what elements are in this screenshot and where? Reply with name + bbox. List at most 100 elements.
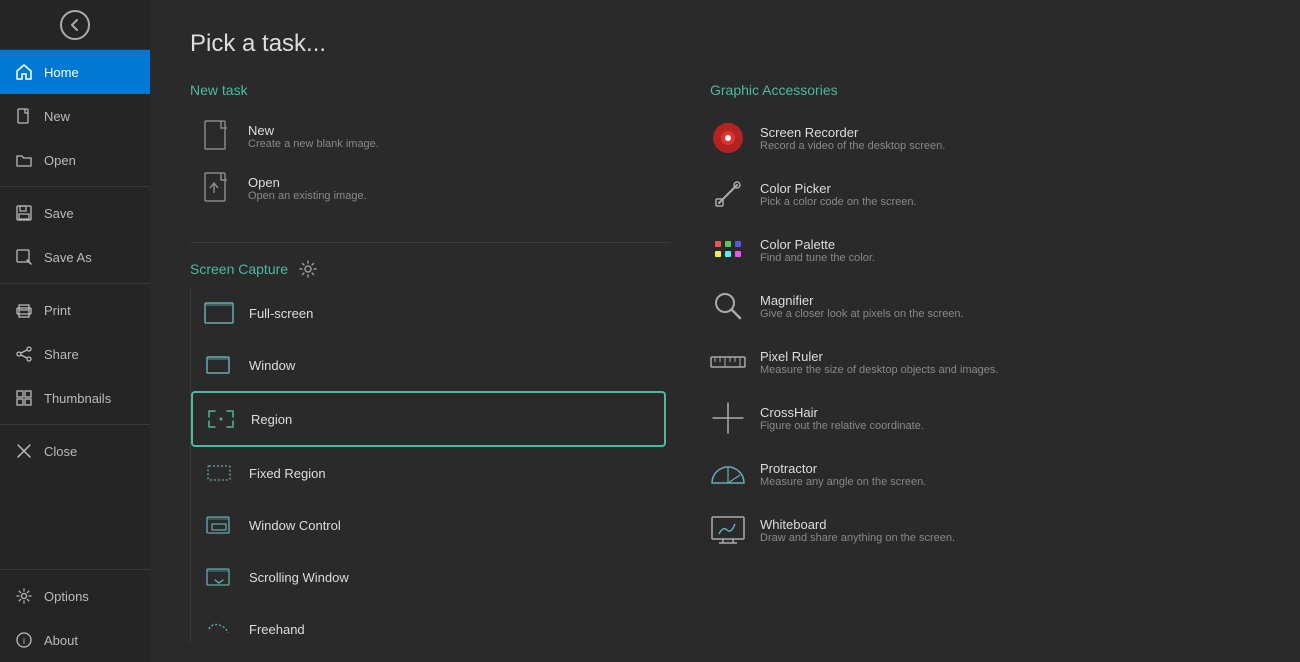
new-file-icon [16,108,34,124]
open-task-name: Open [248,175,367,190]
accessory-pixel-ruler[interactable]: Pixel Ruler Measure the size of desktop … [710,334,1260,390]
about-icon: i [16,632,34,648]
window-control-info: Window Control [249,518,341,533]
capture-item-full-screen[interactable]: Full-screen [191,287,666,339]
accessory-magnifier[interactable]: Magnifier Give a closer look at pixels o… [710,278,1260,334]
sidebar-item-close-label: Close [44,444,77,459]
sidebar-item-close[interactable]: Close [0,429,150,473]
color-palette-name: Color Palette [760,237,875,252]
screen-recorder-desc: Record a video of the desktop screen. [760,140,945,152]
fixed-region-icon [203,457,235,489]
back-icon [60,10,90,40]
save-as-icon [16,249,34,265]
accessory-screen-recorder[interactable]: Screen Recorder Record a video of the de… [710,110,1260,166]
capture-settings-gear[interactable] [298,259,318,279]
color-picker-name: Color Picker [760,181,917,196]
open-task-info: Open Open an existing image. [248,175,367,202]
window-info: Window [249,358,295,373]
fixed-region-info: Fixed Region [249,466,326,481]
main-content: Pick a task... New task New Create a ne [150,0,1300,662]
graphic-accessories-title: Graphic Accessories [710,82,1260,98]
accessory-crosshair[interactable]: CrossHair Figure out the relative coordi… [710,390,1260,446]
sidebar-item-save[interactable]: Save [0,191,150,235]
screen-recorder-icon [710,120,746,156]
region-icon [205,403,237,435]
crosshair-icon [710,400,746,436]
sidebar-item-share[interactable]: Share [0,332,150,376]
capture-item-freehand[interactable]: Freehand [191,603,666,642]
task-item-new[interactable]: New Create a new blank image. [190,110,670,162]
sidebar-item-save-as-label: Save As [44,250,92,265]
sidebar-divider-4 [0,569,150,570]
color-picker-info: Color Picker Pick a color code on the sc… [760,181,917,208]
magnifier-info: Magnifier Give a closer look at pixels o… [760,293,964,320]
open-task-desc: Open an existing image. [248,190,367,202]
window-control-name: Window Control [249,518,341,533]
color-palette-info: Color Palette Find and tune the color. [760,237,875,264]
sidebar-item-open-label: Open [44,153,76,168]
sidebar-item-save-as[interactable]: Save As [0,235,150,279]
sidebar-item-save-label: Save [44,206,74,221]
sidebar-item-open[interactable]: Open [0,138,150,182]
options-icon [16,588,34,604]
pixel-ruler-name: Pixel Ruler [760,349,998,364]
sidebar-item-new[interactable]: New [0,94,150,138]
capture-item-region[interactable]: Region [191,391,666,447]
protractor-info: Protractor Measure any angle on the scre… [760,461,926,488]
sidebar-item-about-label: About [44,633,78,648]
new-task-icon [202,120,234,152]
capture-section-title: Screen Capture [190,261,288,277]
sidebar-divider-1 [0,186,150,187]
capture-list: Full-screen [191,287,670,642]
task-item-open[interactable]: Open Open an existing image. [190,162,670,214]
accessory-whiteboard[interactable]: Whiteboard Draw and share anything on th… [710,502,1260,558]
full-screen-name: Full-screen [249,306,313,321]
open-icon [16,152,34,168]
region-name: Region [251,412,292,427]
capture-item-window-control[interactable]: Window Control [191,499,666,551]
sidebar-item-thumbnails[interactable]: Thumbnails [0,376,150,420]
scrolling-window-name: Scrolling Window [249,570,349,585]
protractor-icon [710,456,746,492]
close-icon [16,443,34,459]
capture-item-window[interactable]: Window [191,339,666,391]
back-button[interactable] [0,0,150,50]
full-screen-info: Full-screen [249,306,313,321]
new-task-desc: Create a new blank image. [248,138,379,150]
accessory-color-palette[interactable]: Color Palette Find and tune the color. [710,222,1260,278]
print-icon [16,302,34,318]
sidebar-item-options-label: Options [44,589,89,604]
scrolling-window-info: Scrolling Window [249,570,349,585]
sidebar-item-options[interactable]: Options [0,574,150,618]
magnifier-icon [710,288,746,324]
new-task-info: New Create a new blank image. [248,123,379,150]
pixel-ruler-info: Pixel Ruler Measure the size of desktop … [760,349,998,376]
sidebar-item-about[interactable]: i About [0,618,150,662]
whiteboard-name: Whiteboard [760,517,955,532]
accessory-color-picker[interactable]: Color Picker Pick a color code on the sc… [710,166,1260,222]
color-palette-icon [710,232,746,268]
capture-section-header: Screen Capture [190,259,670,279]
new-task-section-title: New task [190,82,670,98]
window-name: Window [249,358,295,373]
capture-item-scrolling-window[interactable]: Scrolling Window [191,551,666,603]
capture-item-fixed-region[interactable]: Fixed Region [191,447,666,499]
magnifier-name: Magnifier [760,293,964,308]
color-palette-desc: Find and tune the color. [760,252,875,264]
freehand-icon [203,613,235,642]
screen-recorder-name: Screen Recorder [760,125,945,140]
freehand-name: Freehand [249,622,305,637]
new-task-name: New [248,123,379,138]
capture-list-wrapper: Full-screen [190,287,670,642]
color-picker-icon [710,176,746,212]
window-capture-icon [203,349,235,381]
sidebar-divider-3 [0,424,150,425]
sidebar-item-share-label: Share [44,347,79,362]
accessory-protractor[interactable]: Protractor Measure any angle on the scre… [710,446,1260,502]
sidebar-item-home[interactable]: Home [0,50,150,94]
sidebar-item-print[interactable]: Print [0,288,150,332]
freehand-info: Freehand [249,622,305,637]
right-panel: Graphic Accessories Screen Recorder Reco… [670,82,1260,642]
protractor-name: Protractor [760,461,926,476]
save-icon [16,205,34,221]
